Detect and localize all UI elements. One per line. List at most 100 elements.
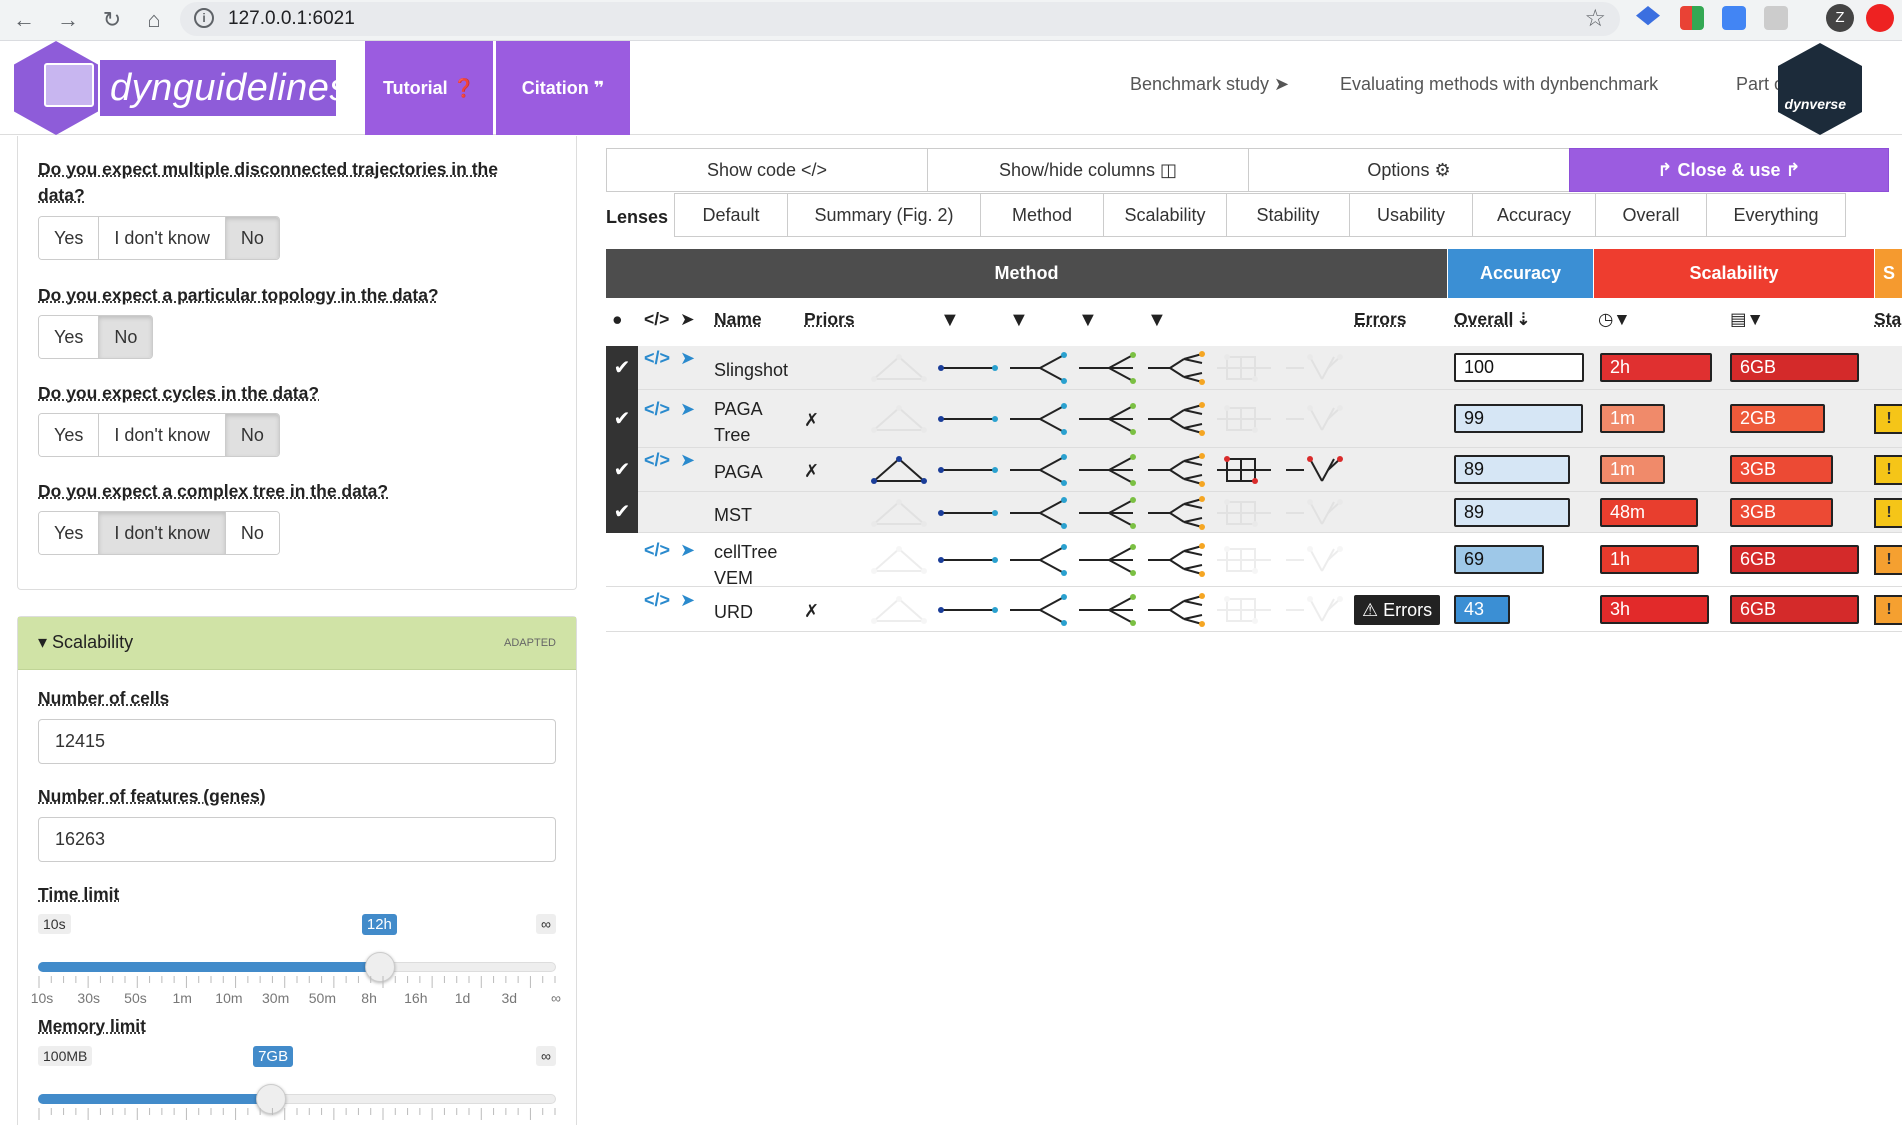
table-row[interactable]: ✔ MST 89 48m 3GB!	[606, 492, 1902, 533]
select-all-check-icon[interactable]: ●	[612, 309, 623, 330]
table-row[interactable]: </> ➤ URD ✗ ⚠ Errors 43 3h 6GB!	[606, 587, 1902, 632]
table-row[interactable]: ✔ </> ➤ Slingshot 100 2h 6GB	[606, 346, 1902, 390]
extension-icon[interactable]	[1866, 4, 1894, 32]
url-text[interactable]: 127.0.0.1:6021	[228, 8, 355, 30]
option-dont-know[interactable]: I don't know	[99, 217, 226, 259]
lens-accuracy[interactable]: Accuracy	[1472, 193, 1596, 237]
logo-hexagon[interactable]	[14, 41, 98, 135]
paper-plane-icon[interactable]: ➤	[680, 450, 695, 471]
lens-everything[interactable]: Everything	[1706, 193, 1846, 237]
filter-icon[interactable]: ▼	[1078, 309, 1098, 332]
errors-button[interactable]: ⚠ Errors	[1354, 594, 1441, 625]
table-row[interactable]: ✔ </> ➤ PAGA ✗ 89 1m 3GB!	[606, 448, 1902, 492]
address-bar[interactable]: i 127.0.0.1:6021 ☆	[180, 2, 1620, 36]
n-cells-input[interactable]: 12415	[38, 719, 556, 764]
lens-default[interactable]: Default	[674, 193, 788, 237]
lens-summary-fig-2[interactable]: Summary (Fig. 2)	[787, 193, 981, 237]
column-header-priors[interactable]: Priors	[804, 309, 855, 330]
profile-avatar[interactable]: Z	[1826, 4, 1854, 32]
paper-plane-icon[interactable]: ➤	[680, 540, 695, 561]
slider-fill	[38, 962, 380, 972]
option-yes[interactable]: Yes	[39, 217, 100, 259]
question-cycles-label: Do you expect cycles in the data?	[38, 383, 320, 403]
filter-icon[interactable]: ▼	[1147, 309, 1167, 332]
browser-toolbar: ← → ↻ ⌂ i 127.0.0.1:6021 ☆ Z	[0, 0, 1902, 41]
lenses-buttons: Default Summary (Fig. 2) Method Scalability…	[674, 193, 1846, 237]
option-yes[interactable]: Yes	[39, 512, 100, 554]
clock-icon[interactable]: ◷▼	[1598, 309, 1631, 330]
paper-plane-icon[interactable]: ➤	[680, 399, 695, 420]
option-dont-know[interactable]: I don't know	[99, 414, 226, 456]
paper-plane-icon[interactable]: ➤	[680, 348, 695, 369]
memory-limit-slider[interactable]: 100MB ∞ 7GB 100MB500MB900MB3GB7GB10GB50G…	[20, 1046, 561, 1125]
lens-scalability[interactable]: Scalability	[1103, 193, 1227, 237]
forward-icon[interactable]: →	[52, 4, 84, 36]
adapted-badge: ADAPTED	[504, 637, 556, 649]
memory-icon[interactable]: ▤▼	[1730, 309, 1764, 330]
prior-cross-icon: ✗	[804, 600, 820, 621]
topology-linear-icon	[938, 557, 998, 563]
option-yes[interactable]: Yes	[39, 316, 100, 358]
column-header-overall[interactable]: Overall	[1454, 309, 1513, 330]
back-icon[interactable]: ←	[8, 4, 40, 36]
options-button[interactable]: Options ⚙	[1248, 148, 1570, 192]
memory-score-bar: 6GB	[1730, 353, 1860, 382]
table-row[interactable]: ✔ </> ➤ PAGA Tree ✗ 99 1m 2GB!	[606, 390, 1902, 448]
code-icon[interactable]: </>	[644, 399, 670, 420]
lens-overall[interactable]: Overall	[1595, 193, 1707, 237]
topology-tree-icon	[1148, 592, 1205, 627]
column-header-errors[interactable]: Errors	[1354, 309, 1407, 330]
filter-icon[interactable]: ▼	[940, 309, 960, 332]
extension-icon[interactable]	[1680, 6, 1704, 30]
logo-text[interactable]: dynguidelines	[100, 60, 348, 116]
code-icon[interactable]: </>	[644, 348, 670, 369]
topology-tree-icon	[1148, 453, 1205, 487]
table-row[interactable]: </> ➤ cellTree VEM 69 1h 6GB!	[606, 533, 1902, 588]
show-code-button[interactable]: Show code </>	[606, 148, 928, 192]
topology-tree-icon	[1148, 351, 1205, 385]
info-icon[interactable]: i	[194, 8, 214, 28]
option-yes[interactable]: Yes	[39, 414, 100, 456]
sort-icon[interactable]: ⇣	[1516, 309, 1531, 330]
home-icon[interactable]: ⌂	[138, 4, 170, 36]
row-select-check-icon[interactable]: ✔	[606, 390, 638, 448]
tab-tutorial[interactable]: Tutorial ❓	[365, 41, 493, 135]
close-and-use-button[interactable]: ↱ Close & use ↱	[1569, 148, 1889, 192]
slider-min-label: 100MB	[38, 1046, 93, 1066]
memory-limit-label: Memory limit	[38, 1016, 146, 1036]
extension-icon[interactable]	[1636, 6, 1660, 26]
time-limit-slider[interactable]: 10s ∞ 12h 10s 30s 50s 1m 10m 30m 50m 8h 16h 1d 3d ∞	[31, 914, 561, 1014]
show-hide-columns-button[interactable]: Show/hide columns ◫	[927, 148, 1249, 192]
column-header-name[interactable]: Name	[714, 309, 762, 330]
tab-citation[interactable]: Citation ❞	[496, 41, 630, 135]
bookmark-star-icon[interactable]: ☆	[1584, 4, 1606, 33]
lens-method[interactable]: Method	[980, 193, 1104, 237]
benchmark-study-link[interactable]: Benchmark study ➤	[1130, 74, 1289, 95]
reload-icon[interactable]: ↻	[96, 4, 128, 36]
lens-usability[interactable]: Usability	[1349, 193, 1473, 237]
code-icon[interactable]: </>	[644, 590, 670, 611]
dynbenchmark-link[interactable]: Evaluating methods with dynbenchmark	[1340, 74, 1658, 95]
translate-icon[interactable]	[1722, 6, 1746, 30]
option-no[interactable]: No	[99, 316, 153, 358]
slider-tick-label: 3d	[501, 990, 518, 1006]
lens-stability[interactable]: Stability	[1226, 193, 1350, 237]
code-icon[interactable]: </>	[644, 450, 670, 471]
filter-icon[interactable]: ▼	[1009, 309, 1029, 332]
extension-icon[interactable]	[1764, 6, 1788, 30]
option-no[interactable]: No	[225, 512, 279, 554]
dynverse-logo[interactable]	[1778, 43, 1862, 135]
row-select-check-icon[interactable]: ✔	[606, 346, 638, 390]
option-dont-know[interactable]: I don't know	[99, 512, 226, 554]
column-header-stability[interactable]: Sta	[1874, 309, 1901, 330]
question-complex-tree-label: Do you expect a complex tree in the data…	[38, 481, 389, 501]
option-no[interactable]: No	[225, 414, 279, 456]
paper-plane-icon[interactable]: ➤	[680, 590, 695, 611]
code-icon[interactable]: </>	[644, 540, 670, 561]
warning-icon: !	[1874, 455, 1902, 485]
option-no[interactable]: No	[225, 217, 279, 259]
row-select-check-icon[interactable]: ✔	[606, 492, 638, 533]
row-select-check-icon[interactable]: ✔	[606, 448, 638, 492]
n-features-input[interactable]: 16263	[38, 817, 556, 862]
scalability-header[interactable]: ▾ Scalability ADAPTED	[18, 617, 576, 670]
